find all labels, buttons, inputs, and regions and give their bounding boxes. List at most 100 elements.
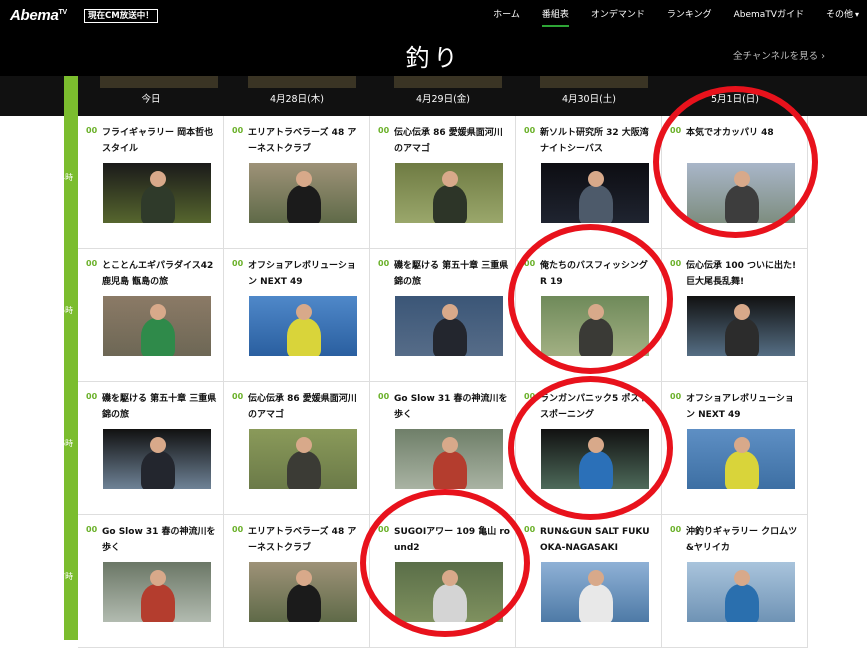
date-tab-apr29[interactable]: 4月29日(金) (370, 91, 516, 105)
program-thumbnail[interactable] (395, 429, 503, 489)
angler-head (588, 570, 604, 586)
angler-head (734, 437, 750, 453)
program-cell[interactable]: 00 フライギャラリー 岡本哲也スタイル (78, 116, 224, 249)
all-channels-link[interactable]: 全チャンネルを見る › (733, 48, 825, 62)
nav-home[interactable]: ホーム (493, 8, 520, 27)
onair-badge[interactable]: 現在CM放送中！ (84, 9, 158, 23)
angler-figure (141, 584, 175, 622)
program-thumbnail[interactable] (103, 163, 211, 223)
program-thumbnail[interactable] (687, 429, 795, 489)
nav-guide[interactable]: AbemaTVガイド (734, 8, 804, 27)
program-cell[interactable]: 00 本気でオカッパリ 48 (662, 116, 808, 249)
start-minute: 00 (378, 126, 390, 135)
program-thumbnail[interactable] (395, 562, 503, 622)
program-cell[interactable]: 00 磯を駆ける 第五十章 三重県錦の旅 (370, 249, 516, 382)
nav-program-guide[interactable]: 番組表 (541, 8, 569, 27)
date-tab-apr30[interactable]: 4月30日(土) (516, 91, 662, 105)
program-cell[interactable]: 00 俺たちのバスフィッシング R 19 (516, 249, 662, 382)
date-tab-apr28[interactable]: 4月28日(木) (224, 91, 370, 105)
program-title[interactable]: エリアトラベラーズ 48 アーネストクラブ (248, 524, 364, 556)
nav-on-demand[interactable]: オンデマンド (591, 8, 645, 27)
program-thumbnail[interactable] (541, 562, 649, 622)
program-cell[interactable]: 00 オフショアレボリューション NEXT 49 (662, 382, 808, 515)
program-title[interactable]: 伝心伝承 86 愛媛県面河川のアマゴ (248, 391, 364, 423)
angler-figure (141, 185, 175, 223)
program-title[interactable]: フライギャラリー 岡本哲也スタイル (102, 125, 218, 157)
program-thumbnail[interactable] (103, 562, 211, 622)
program-thumbnail[interactable] (687, 163, 795, 223)
program-title[interactable]: RUN&GUN SALT FUKUOKA-NAGASAKI (540, 524, 656, 556)
program-thumbnail[interactable] (249, 562, 357, 622)
start-minute: 00 (232, 392, 244, 401)
program-cell[interactable]: 00 伝心伝承 100 ついに出た!巨大尾長乱舞! (662, 249, 808, 382)
program-thumbnail[interactable] (541, 296, 649, 356)
program-cell[interactable]: 00 伝心伝承 86 愛媛県面河川のアマゴ (370, 116, 516, 249)
program-title[interactable]: SUGOIアワー 109 亀山 round2 (394, 524, 510, 556)
previous-row-thumbnail (394, 76, 502, 88)
program-title[interactable]: 磯を駆ける 第五十章 三重県錦の旅 (102, 391, 218, 423)
program-title[interactable]: Go Slow 31 春の神流川を歩く (102, 524, 218, 556)
program-title[interactable]: 沖釣りギャラリー クロムツ&ヤリイカ (686, 524, 802, 556)
program-title[interactable]: 本気でオカッパリ 48 (686, 125, 802, 141)
program-thumbnail[interactable] (541, 429, 649, 489)
program-title[interactable]: 新ソルト研究所 32 大阪湾ナイトシーバス (540, 125, 656, 157)
program-cell[interactable]: 00 RUN&GUN SALT FUKUOKA-NAGASAKI (516, 515, 662, 648)
abematv-logo[interactable]: AbemaTV (10, 7, 67, 24)
main-nav: ホーム 番組表 オンデマンド ランキング AbemaTVガイド その他 ▾ (471, 8, 859, 27)
program-thumbnail[interactable] (249, 429, 357, 489)
angler-head (150, 437, 166, 453)
program-cell[interactable]: 00 Go Slow 31 春の神流川を歩く (370, 382, 516, 515)
program-title[interactable]: 磯を駆ける 第五十章 三重県錦の旅 (394, 258, 510, 290)
angler-head (296, 171, 312, 187)
program-title[interactable]: 伝心伝承 86 愛媛県面河川のアマゴ (394, 125, 510, 157)
program-thumbnail[interactable] (395, 296, 503, 356)
program-cell[interactable]: 00 新ソルト研究所 32 大阪湾ナイトシーバス (516, 116, 662, 249)
chevron-down-icon: ▾ (854, 10, 859, 19)
program-thumbnail[interactable] (541, 163, 649, 223)
program-cell[interactable]: 00 伝心伝承 86 愛媛県面河川のアマゴ (224, 382, 370, 515)
program-cell[interactable]: 00 エリアトラベラーズ 48 アーネストクラブ (224, 116, 370, 249)
program-cell[interactable]: 00 とことんエギパラダイス42 鹿児島 甑島の旅 (78, 249, 224, 382)
angler-head (296, 570, 312, 586)
angler-head (734, 304, 750, 320)
date-header: 今日 4月28日(木) 4月29日(金) 4月30日(土) 5月1日(日) (0, 76, 867, 116)
angler-figure (579, 451, 613, 489)
program-cell[interactable]: 00 オフショアレボリューション NEXT 49 (224, 249, 370, 382)
angler-head (442, 304, 458, 320)
program-thumbnail[interactable] (687, 562, 795, 622)
start-minute: 00 (524, 126, 536, 135)
previous-row-thumbnail (540, 76, 648, 88)
time-column (64, 76, 78, 640)
program-thumbnail[interactable] (103, 429, 211, 489)
program-cell[interactable]: 00 Go Slow 31 春の神流川を歩く (78, 515, 224, 648)
top-navigation-bar: AbemaTV 現在CM放送中！ ホーム 番組表 オンデマンド ランキング Ab… (0, 0, 867, 32)
nav-ranking[interactable]: ランキング (667, 8, 712, 27)
program-title[interactable]: オフショアレボリューション NEXT 49 (686, 391, 802, 423)
angler-head (588, 304, 604, 320)
program-title[interactable]: ランガンパニック5 ポストスポーニング (540, 391, 656, 423)
program-thumbnail[interactable] (395, 163, 503, 223)
angler-figure (433, 451, 467, 489)
program-title[interactable]: 俺たちのバスフィッシング R 19 (540, 258, 656, 290)
program-title[interactable]: Go Slow 31 春の神流川を歩く (394, 391, 510, 423)
program-thumbnail[interactable] (249, 296, 357, 356)
program-thumbnail[interactable] (103, 296, 211, 356)
program-title[interactable]: エリアトラベラーズ 48 アーネストクラブ (248, 125, 364, 157)
angler-head (588, 437, 604, 453)
nav-other[interactable]: その他 ▾ (826, 8, 859, 27)
date-tab-today[interactable]: 今日 (78, 91, 224, 105)
program-cell[interactable]: 00 SUGOIアワー 109 亀山 round2 (370, 515, 516, 648)
angler-figure (579, 185, 613, 223)
program-thumbnail[interactable] (687, 296, 795, 356)
program-cell[interactable]: 00 ランガンパニック5 ポストスポーニング (516, 382, 662, 515)
program-cell[interactable]: 00 沖釣りギャラリー クロムツ&ヤリイカ (662, 515, 808, 648)
program-cell[interactable]: 00 エリアトラベラーズ 48 アーネストクラブ (224, 515, 370, 648)
angler-figure (725, 185, 759, 223)
program-title[interactable]: とことんエギパラダイス42 鹿児島 甑島の旅 (102, 258, 218, 290)
program-title[interactable]: 伝心伝承 100 ついに出た!巨大尾長乱舞! (686, 258, 802, 290)
program-thumbnail[interactable] (249, 163, 357, 223)
date-tab-may1[interactable]: 5月1日(日) (662, 91, 808, 105)
program-title[interactable]: オフショアレボリューション NEXT 49 (248, 258, 364, 290)
program-cell[interactable]: 00 磯を駆ける 第五十章 三重県錦の旅 (78, 382, 224, 515)
start-minute: 00 (86, 126, 98, 135)
